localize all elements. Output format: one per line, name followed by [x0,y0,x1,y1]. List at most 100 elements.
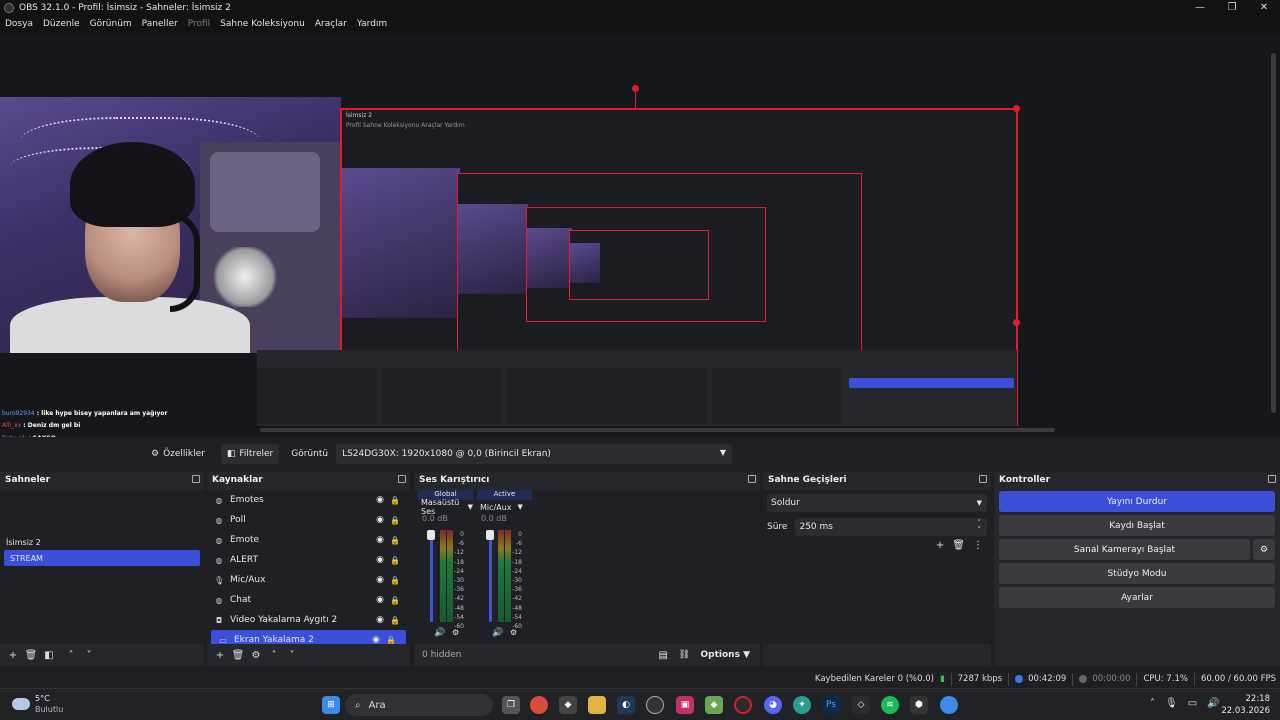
eye-icon[interactable]: ◉ [372,635,380,644]
eye-icon[interactable]: ◉ [376,555,384,565]
menu-edit[interactable]: Düzenle [43,19,80,29]
filter-icon[interactable]: ◧ [40,646,58,664]
add-icon[interactable]: + [936,540,944,551]
clock[interactable]: 22:18 22.03.2026 [1221,693,1270,717]
app-icon[interactable]: ▣ [676,696,694,714]
preview-scrollbar-horizontal[interactable] [260,428,1055,432]
screen-capture-selected[interactable]: İsimsiz 2 Profil Sahne Koleksiyonu Araçl… [257,108,1018,426]
undock-icon[interactable] [748,475,756,483]
source-item[interactable]: 🎙 Mic/Aux ◉ 🔒 [207,570,410,590]
menu-profile[interactable]: Profil [188,19,210,29]
preview-canvas[interactable]: buro92934 : like hype bisey yapanlara am… [0,33,1280,437]
stop-stream-button[interactable]: Yayını Durdur [999,491,1275,512]
undock-icon[interactable] [398,475,406,483]
trash-icon[interactable]: 🗑 [229,646,247,664]
eye-icon[interactable]: ◉ [376,515,384,525]
chevron-up-icon[interactable]: ˄ [1150,698,1155,709]
lock-icon[interactable]: 🔒 [390,596,400,605]
more-icon[interactable]: ⋮ [973,540,983,551]
preview-scrollbar-vertical[interactable] [1271,53,1276,413]
channel-name[interactable]: Mic/Aux ▼ [477,500,532,514]
add-icon[interactable]: + [4,646,22,664]
duration-input[interactable]: 250 ms [795,518,987,536]
app-icon[interactable]: ◆ [559,696,577,714]
lock-icon[interactable]: 🔒 [390,556,400,565]
lock-icon[interactable]: 🔒 [390,496,400,505]
eye-icon[interactable]: ◉ [376,595,384,605]
menu-tools[interactable]: Araçlar [315,19,347,29]
settings-button[interactable]: Ayarlar [999,587,1275,608]
opera-icon[interactable] [734,696,752,714]
properties-button[interactable]: ⚙ Özellikler [145,444,211,464]
speaker-icon[interactable]: 🔊 [434,628,445,638]
lock-icon[interactable]: 🔒 [390,516,400,525]
app-icon[interactable]: ◆ [705,696,723,714]
menu-file[interactable]: Dosya [5,19,33,29]
gear-icon[interactable]: ⚙ [247,646,265,664]
transform-handle-corner[interactable] [1013,105,1020,112]
virtual-camera-button[interactable]: Sanal Kamerayı Başlat [999,539,1250,560]
close-button[interactable]: ✕ [1248,0,1280,15]
menu-scene-collection[interactable]: Sahne Koleksiyonu [220,19,305,29]
app-icon[interactable]: ◇ [852,696,870,714]
scene-item-selected[interactable]: STREAM [4,550,200,566]
spinner-icon[interactable]: ˄ ˅ [978,520,982,534]
eye-icon[interactable]: ◉ [376,495,384,505]
eye-icon[interactable]: ◉ [376,575,384,585]
gear-icon[interactable]: ⚙ [1253,539,1275,560]
transition-select[interactable]: Soldur ▼ [767,494,987,512]
eye-icon[interactable]: ◉ [376,535,384,545]
minimize-button[interactable]: — [1184,0,1216,15]
obs-icon[interactable] [646,696,664,714]
start-record-button[interactable]: Kaydı Başlat [999,515,1275,536]
layout-icon[interactable]: ▤ [659,650,668,661]
lock-icon[interactable]: 🔒 [390,536,400,545]
volume-fader[interactable] [489,530,492,622]
network-icon[interactable]: ▭ [1188,698,1197,709]
lock-icon[interactable]: 🔒 [390,616,400,625]
source-item[interactable]: ◘ Video Yakalama Aygıtı 2 ◉ 🔒 [207,610,410,630]
display-select[interactable]: LS24DG30X: 1920x1080 @ 0,0 (Birincil Ekr… [336,444,733,464]
taskbar-search[interactable]: ⌕ Ara [345,694,493,716]
app-icon[interactable]: ⬢ [910,696,928,714]
transform-handle-right[interactable] [1013,319,1020,326]
chevron-down-icon[interactable]: ˅ [80,646,98,664]
trash-icon[interactable]: 🗑 [22,646,40,664]
folder-icon[interactable] [588,696,606,714]
volume-fader[interactable] [430,530,433,622]
add-icon[interactable]: + [211,646,229,664]
studio-mode-button[interactable]: Stüdyo Modu [999,563,1275,584]
source-item[interactable]: ◍ Poll ◉ 🔒 [207,510,410,530]
mic-icon[interactable]: 🎙 [1165,698,1178,709]
link-icon[interactable]: ⛓ [679,650,690,660]
chevron-down-icon[interactable]: ˅ [283,646,301,664]
options-button[interactable]: Options ▼ [701,650,751,660]
gear-icon[interactable]: ⚙ [510,628,517,637]
source-item[interactable]: ◍ ALERT ◉ 🔒 [207,550,410,570]
eye-icon[interactable]: ◉ [376,615,384,625]
menu-view[interactable]: Görünüm [90,19,132,29]
scene-item[interactable]: İsimsiz 2 [0,534,204,550]
maximize-button[interactable]: ❐ [1216,0,1248,15]
steam-icon[interactable]: ◐ [617,696,635,714]
speaker-icon[interactable]: 🔊 [492,628,503,638]
undock-icon[interactable] [979,475,987,483]
app-icon[interactable]: ✦ [793,696,811,714]
windows-start-icon[interactable]: ⊞ [322,696,340,714]
trash-icon[interactable]: 🗑 [952,540,965,551]
lock-icon[interactable]: 🔒 [386,636,396,645]
photoshop-icon[interactable]: Ps [822,696,840,714]
source-item[interactable]: ◍ Emotes ◉ 🔒 [207,490,410,510]
undock-icon[interactable] [1268,475,1276,483]
chrome-icon[interactable] [530,696,548,714]
gear-icon[interactable]: ⚙ [452,628,459,637]
fader-knob[interactable] [427,530,435,540]
undock-icon[interactable] [192,475,200,483]
spotify-icon[interactable]: ≋ [881,696,899,714]
weather-widget[interactable]: 5°C Bulutlu [12,693,63,715]
chrome-icon[interactable] [940,696,958,714]
menu-help[interactable]: Yardım [357,19,387,29]
discord-icon[interactable]: ◕ [764,696,782,714]
chevron-up-icon[interactable]: ˄ [62,646,80,664]
fader-knob[interactable] [486,530,494,540]
